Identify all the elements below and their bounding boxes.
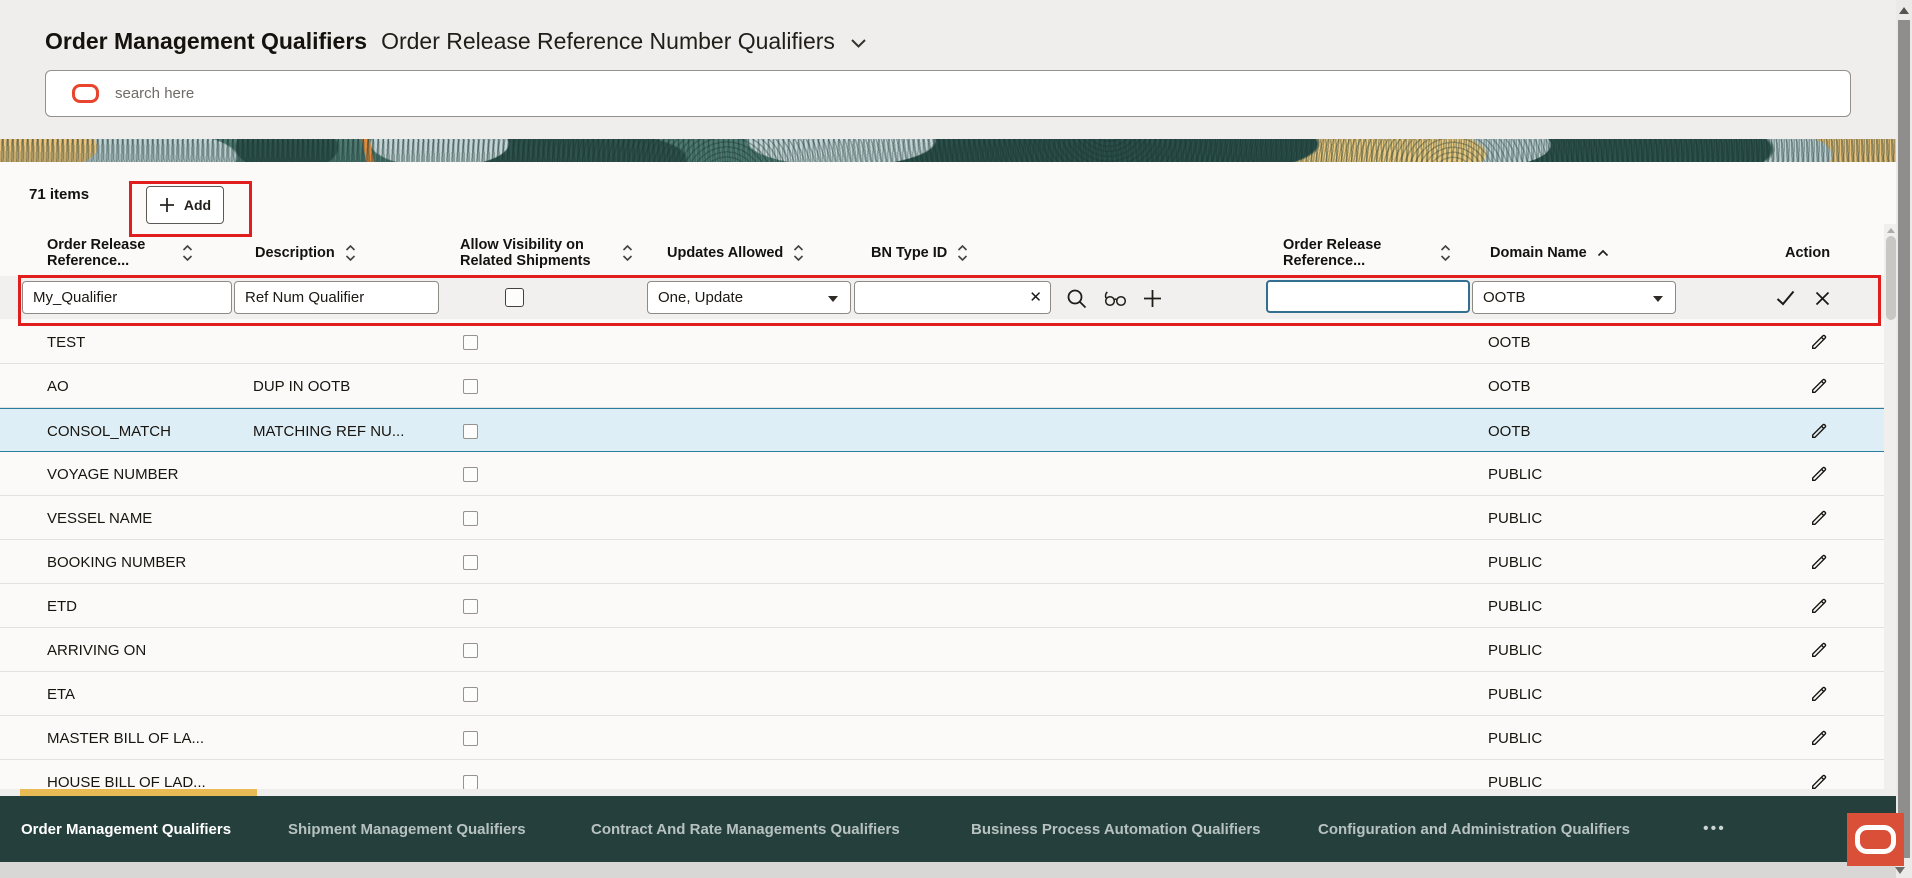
allow-visibility-checkbox[interactable] <box>463 423 478 439</box>
add-button-label: Add <box>183 197 212 213</box>
allow-visibility-checkbox[interactable] <box>463 730 478 746</box>
updates-allowed-select[interactable]: One, Update <box>647 281 851 314</box>
bn-type-add-icon[interactable] <box>1140 286 1164 310</box>
table-scrollbar-thumb[interactable] <box>1885 236 1896 320</box>
edit-pencil-icon[interactable] <box>1808 639 1830 661</box>
tab-shipment-management-qualifiers[interactable]: Shipment Management Qualifiers <box>288 796 526 862</box>
table-row[interactable]: MASTER BILL OF LA... PUBLIC <box>0 716 1884 760</box>
search-input[interactable] <box>113 84 1850 103</box>
add-button[interactable]: Add <box>146 186 224 224</box>
tab-contract-and-rate-managements-qualifiers[interactable]: Contract And Rate Managements Qualifiers <box>591 796 900 862</box>
header-bn-type-id[interactable]: BN Type ID <box>871 232 968 274</box>
active-tab-indicator <box>20 789 257 796</box>
dropdown-caret-icon <box>828 296 838 302</box>
allow-visibility-checkbox[interactable] <box>463 334 478 350</box>
table-body: TEST OOTB AO DUP IN OOTB OOTB CONSOL_MAT… <box>0 320 1884 789</box>
qualifiers-table-panel: 71 items Add Order Release Reference... … <box>0 162 1912 789</box>
edit-pencil-icon[interactable] <box>1808 420 1830 442</box>
allow-visibility-checkbox[interactable] <box>463 466 478 482</box>
confirm-row-button[interactable] <box>1773 286 1797 310</box>
table-header-row: Order Release Reference... Description A… <box>0 232 1884 274</box>
page-subtitle[interactable]: Order Release Reference Number Qualifier… <box>381 28 835 55</box>
cancel-row-button[interactable] <box>1810 286 1834 310</box>
oracle-o-icon <box>1855 825 1896 854</box>
edit-pencil-icon[interactable] <box>1808 771 1830 789</box>
tab-configuration-and-administration-qualifiers[interactable]: Configuration and Administration Qualifi… <box>1318 796 1630 862</box>
overflow-menu-icon[interactable]: ••• <box>1703 796 1726 862</box>
horizontal-scrollbar[interactable] <box>0 862 1912 878</box>
bn-type-field-wrap: ✕ <box>854 281 1051 314</box>
table-row[interactable]: VESSEL NAME PUBLIC <box>0 496 1884 540</box>
titlebar: Order Management Qualifiers Order Releas… <box>45 24 866 58</box>
header-updates-allowed[interactable]: Updates Allowed <box>667 232 804 274</box>
table-row[interactable]: HOUSE BILL OF LAD... PUBLIC <box>0 760 1884 789</box>
allow-visibility-checkbox[interactable] <box>463 686 478 702</box>
sort-icon[interactable] <box>1440 244 1451 262</box>
edit-pencil-icon[interactable] <box>1808 683 1830 705</box>
allow-visibility-checkbox[interactable] <box>463 598 478 614</box>
plus-icon <box>159 197 175 213</box>
header-order-release-reference-2[interactable]: Order Release Reference... <box>1283 232 1451 274</box>
order-release-reference-input[interactable] <box>1266 280 1470 313</box>
scroll-down-icon[interactable] <box>1895 867 1905 874</box>
allow-visibility-checkbox[interactable] <box>463 642 478 658</box>
table-row[interactable]: ETD PUBLIC <box>0 584 1884 628</box>
header-allow-visibility[interactable]: Allow Visibility on Related Shipments <box>460 232 633 274</box>
table-row[interactable]: TEST OOTB <box>0 320 1884 364</box>
bn-type-search-icon[interactable] <box>1064 286 1088 310</box>
table-row[interactable]: VOYAGE NUMBER PUBLIC <box>0 452 1884 496</box>
table-row-selected[interactable]: CONSOL_MATCH MATCHING REF NU... OOTB <box>0 408 1884 452</box>
dropdown-caret-icon <box>1653 296 1663 302</box>
close-icon <box>1815 291 1829 305</box>
domain-name-select[interactable]: OOTB <box>1472 281 1676 314</box>
global-search-bar <box>45 70 1851 117</box>
allow-visibility-checkbox[interactable] <box>463 774 478 789</box>
sort-ascending-icon[interactable] <box>1597 249 1609 257</box>
bn-type-id-input[interactable] <box>854 281 1051 314</box>
allow-visibility-checkbox[interactable] <box>463 554 478 570</box>
decorative-banner <box>0 139 1912 162</box>
table-row[interactable]: ARRIVING ON PUBLIC <box>0 628 1884 672</box>
allow-visibility-checkbox[interactable] <box>463 510 478 526</box>
edit-pencil-icon[interactable] <box>1808 595 1830 617</box>
sort-icon[interactable] <box>622 244 633 262</box>
tab-business-process-automation-qualifiers[interactable]: Business Process Automation Qualifiers <box>971 796 1261 862</box>
header-action: Action <box>1785 245 1831 261</box>
sort-icon[interactable] <box>182 244 193 262</box>
edit-pencil-icon[interactable] <box>1808 507 1830 529</box>
sort-icon[interactable] <box>957 244 968 262</box>
oracle-search-icon <box>72 84 99 103</box>
scroll-up-icon[interactable] <box>1899 7 1909 14</box>
description-input[interactable] <box>234 281 439 314</box>
edit-pencil-icon[interactable] <box>1808 463 1830 485</box>
table-scroll-up-icon[interactable] <box>1887 228 1895 233</box>
sort-icon[interactable] <box>793 244 804 262</box>
qualifier-input[interactable] <box>22 281 232 314</box>
inline-edit-row: One, Update ✕ OOTB <box>0 276 1884 319</box>
window-scrollbar-thumb[interactable] <box>1898 20 1910 858</box>
header-order-release-reference[interactable]: Order Release Reference... <box>47 232 193 274</box>
oracle-logo-badge[interactable] <box>1847 813 1904 866</box>
bn-type-view-glasses-icon[interactable] <box>1100 286 1130 310</box>
header-description[interactable]: Description <box>255 232 356 274</box>
clear-icon[interactable]: ✕ <box>1029 288 1042 306</box>
sort-icon[interactable] <box>345 244 356 262</box>
table-row[interactable]: AO DUP IN OOTB OOTB <box>0 364 1884 408</box>
edit-pencil-icon[interactable] <box>1808 331 1830 353</box>
table-row[interactable]: BOOKING NUMBER PUBLIC <box>0 540 1884 584</box>
allow-visibility-checkbox[interactable] <box>463 378 478 394</box>
subtitle-chevron-down-icon[interactable] <box>851 38 866 48</box>
header-domain-name[interactable]: Domain Name <box>1490 232 1609 274</box>
allow-visibility-checkbox[interactable] <box>505 288 524 307</box>
edit-pencil-icon[interactable] <box>1808 375 1830 397</box>
page-title: Order Management Qualifiers <box>45 27 368 54</box>
tab-order-management-qualifiers[interactable]: Order Management Qualifiers <box>21 796 231 862</box>
table-row[interactable]: ETA PUBLIC <box>0 672 1884 716</box>
check-icon <box>1776 290 1794 306</box>
bottom-navigation: Order Management Qualifiers Shipment Man… <box>0 796 1912 862</box>
items-count: 71 items <box>29 186 90 203</box>
order-management-qualifiers-screen: Order Management Qualifiers Order Releas… <box>0 0 1912 878</box>
edit-pencil-icon[interactable] <box>1808 727 1830 749</box>
edit-pencil-icon[interactable] <box>1808 551 1830 573</box>
